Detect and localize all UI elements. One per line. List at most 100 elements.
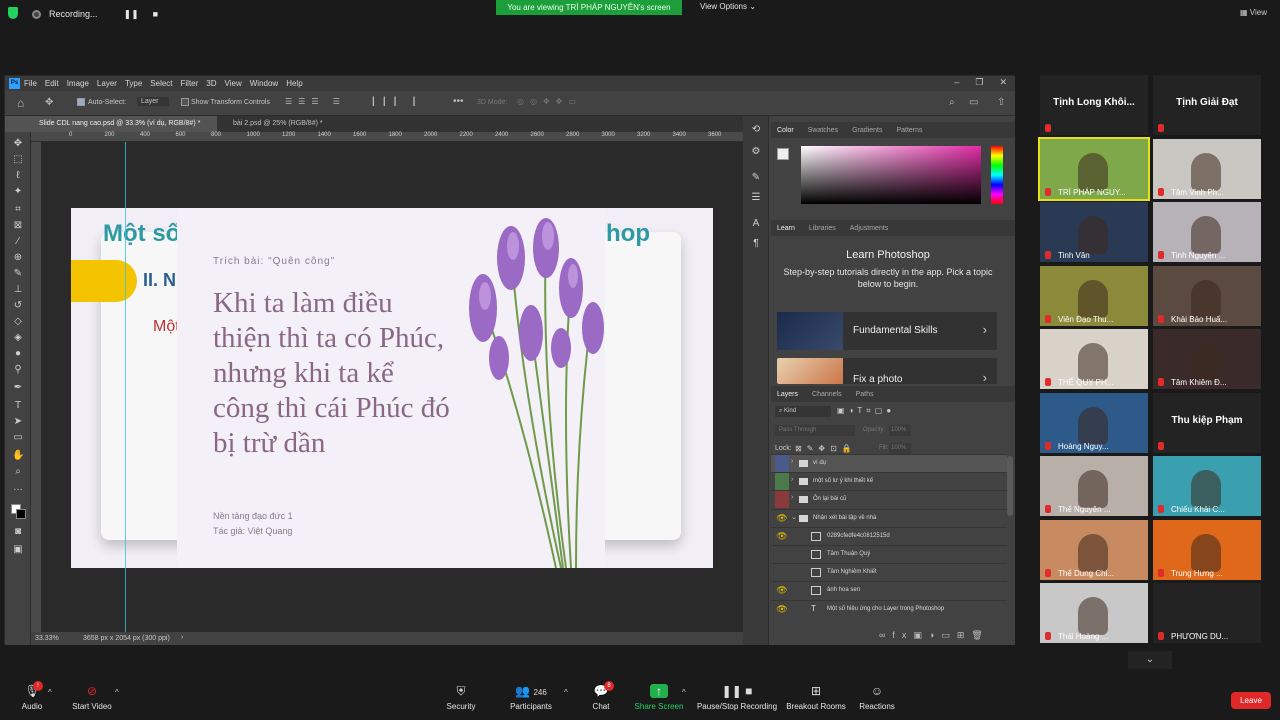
auto-select-checkbox[interactable]: [77, 98, 85, 106]
chat-button[interactable]: 💬 8 Chat: [590, 681, 614, 711]
participant-tile[interactable]: Trung Hưng ...: [1153, 519, 1261, 580]
participant-tile[interactable]: TRÍ PHÁP NGUY...: [1038, 136, 1150, 201]
history-panel-icon[interactable]: ⟲: [750, 124, 762, 136]
path-select-icon[interactable]: ➤: [12, 416, 24, 428]
audio-button[interactable]: 🎙! Audio: [18, 681, 46, 711]
chevron-down-icon[interactable]: ⌄: [791, 513, 797, 521]
menu-layer[interactable]: Layer: [97, 79, 117, 88]
participants-caret[interactable]: ^: [564, 688, 568, 697]
zoom-tool-icon[interactable]: ⌕: [12, 466, 24, 478]
menu-select[interactable]: Select: [150, 79, 172, 88]
participant-tile[interactable]: Tịnh Long Khôi...: [1040, 75, 1148, 135]
chevron-right-icon[interactable]: ›: [791, 458, 793, 465]
dodge-tool-icon[interactable]: ⚲: [12, 364, 24, 376]
document-canvas[interactable]: Một số hop II. N Một Trích bài: "Quên cô…: [71, 208, 713, 568]
frame-tool-icon[interactable]: ⊠: [12, 220, 24, 232]
move-tool-icon[interactable]: ✥: [45, 97, 53, 108]
filter-kind-dropdown[interactable]: ⌕ Kind: [775, 406, 831, 417]
reactions-button[interactable]: ☺ Reactions: [858, 684, 896, 711]
screen-mode-icon[interactable]: ▣: [12, 544, 24, 556]
tab-adjustments[interactable]: Adjustments: [850, 225, 889, 232]
visibility-eye-icon[interactable]: 👁: [775, 600, 789, 618]
visibility-eye-icon[interactable]: 👁: [775, 582, 789, 600]
layer-row[interactable]: 👁 T Một số hiệu ứng cho Layer trong Photos…: [771, 599, 1007, 618]
layer-row[interactable]: › một số lư ý khi thiết kế: [771, 472, 1007, 491]
participant-tile[interactable]: Tâm Vinh Ph...: [1153, 138, 1261, 199]
blend-mode-dropdown[interactable]: Pass Through: [775, 425, 855, 436]
visibility-eye-icon[interactable]: [775, 546, 789, 563]
participant-tile[interactable]: Tâm Khiêm Đ...: [1153, 329, 1261, 389]
menu-3d[interactable]: 3D: [206, 79, 216, 88]
participant-tile[interactable]: Tịnh Nguyên ...: [1153, 202, 1261, 262]
stop-icon[interactable]: ■: [153, 9, 158, 19]
distribute-icons[interactable]: ┃┃┃ ┃: [371, 97, 423, 106]
tab-bai-2[interactable]: bài 2.psd @ 25% (RGB/8#) *: [225, 116, 331, 132]
tab-color[interactable]: Color: [777, 127, 794, 134]
menu-help[interactable]: Help: [286, 79, 302, 88]
chevron-right-icon[interactable]: ›: [791, 476, 793, 483]
menu-filter[interactable]: Filter: [181, 79, 199, 88]
participant-tile[interactable]: Thế Nguyên ...: [1040, 456, 1148, 516]
tab-libraries[interactable]: Libraries: [809, 225, 836, 232]
tab-channels[interactable]: Channels: [812, 391, 842, 398]
minimize-icon[interactable]: –: [954, 77, 959, 88]
video-options-caret[interactable]: ^: [115, 688, 119, 697]
healing-brush-icon[interactable]: ⊕: [12, 252, 24, 264]
menu-window[interactable]: Window: [250, 79, 278, 88]
adjust-panel-icon[interactable]: ⚙: [750, 146, 762, 158]
stamp-tool-icon[interactable]: ⊥: [12, 284, 24, 296]
view-button[interactable]: ▦ View: [1240, 8, 1267, 17]
share-screen-button[interactable]: ↑ Share Screen: [634, 684, 684, 711]
color-picker-field[interactable]: [801, 146, 981, 204]
layer-row[interactable]: Tâm Nghiêm Khiết: [771, 563, 1007, 582]
visibility-eye-icon[interactable]: 👁: [775, 527, 789, 545]
participant-tile[interactable]: Viên Đạo Thu...: [1040, 265, 1148, 326]
view-options-button[interactable]: View Options ⌄: [700, 2, 756, 11]
layer-actions[interactable]: ∞fx▣◑▭⊞🗑: [879, 630, 990, 641]
audio-options-caret[interactable]: ^: [48, 688, 52, 697]
learn-card-fundamental[interactable]: Fundamental Skills ›: [777, 312, 997, 350]
menu-image[interactable]: Image: [67, 79, 89, 88]
history-brush-icon[interactable]: ↺: [12, 300, 24, 312]
blur-tool-icon[interactable]: ●: [12, 348, 24, 360]
rectangle-tool-icon[interactable]: ▭: [12, 432, 24, 444]
character-panel-icon[interactable]: A: [750, 218, 762, 230]
learn-card-fix-photo[interactable]: Fix a photo ›: [777, 358, 997, 384]
tab-swatches[interactable]: Swatches: [808, 127, 838, 134]
hue-slider[interactable]: [991, 146, 1003, 204]
restore-icon[interactable]: ❐: [975, 77, 983, 88]
status-more-icon[interactable]: ›: [181, 634, 183, 641]
tab-learn[interactable]: Learn: [777, 225, 795, 232]
marquee-tool-icon[interactable]: ⬚: [12, 154, 24, 166]
paragraph-panel-icon[interactable]: ¶: [750, 238, 762, 250]
visibility-eye-icon[interactable]: [775, 455, 789, 472]
opacity-value[interactable]: 100%: [889, 425, 911, 436]
eyedropper-icon[interactable]: ⁄: [12, 236, 24, 248]
menu-file[interactable]: File: [24, 79, 37, 88]
layer-row[interactable]: › Ôn lại bài cũ: [771, 490, 1007, 509]
search-icon[interactable]: ⌕: [949, 97, 955, 108]
hand-tool-icon[interactable]: ✋: [12, 450, 24, 462]
participant-tile[interactable]: PHƯƠNG DU...: [1153, 583, 1261, 643]
fill-value[interactable]: 100%: [889, 443, 911, 454]
3d-icons[interactable]: ◎◎✥✥▭: [517, 97, 582, 106]
layer-row[interactable]: 👁 ⌄ Nhận xét bài tập về nhà: [771, 508, 1007, 527]
tab-gradients[interactable]: Gradients: [852, 127, 882, 134]
properties-panel-icon[interactable]: ☰: [750, 192, 762, 204]
share-screen-caret[interactable]: ^: [682, 688, 686, 697]
show-transform-checkbox[interactable]: [181, 98, 189, 106]
scrollbar[interactable]: [1007, 456, 1013, 516]
participant-tile[interactable]: Tịnh Giải Đạt: [1153, 75, 1261, 135]
home-icon[interactable]: ⌂: [17, 96, 24, 110]
layer-row[interactable]: Tâm Thuận Quý: [771, 545, 1007, 563]
participant-tile[interactable]: Tinh Vân: [1040, 202, 1148, 262]
menu-view[interactable]: View: [225, 79, 242, 88]
chevron-right-icon[interactable]: ›: [791, 494, 793, 501]
gallery-next-button[interactable]: ⌄: [1128, 651, 1172, 669]
lasso-tool-icon[interactable]: ℓ: [12, 170, 24, 182]
brushes-panel-icon[interactable]: ✎: [750, 172, 762, 184]
move-tool-icon[interactable]: ✥: [12, 138, 24, 150]
participants-button[interactable]: 👥 246 Participants: [508, 684, 554, 711]
participant-tile[interactable]: Thái Hoàng ...: [1040, 583, 1148, 643]
more-icon[interactable]: •••: [453, 96, 464, 107]
